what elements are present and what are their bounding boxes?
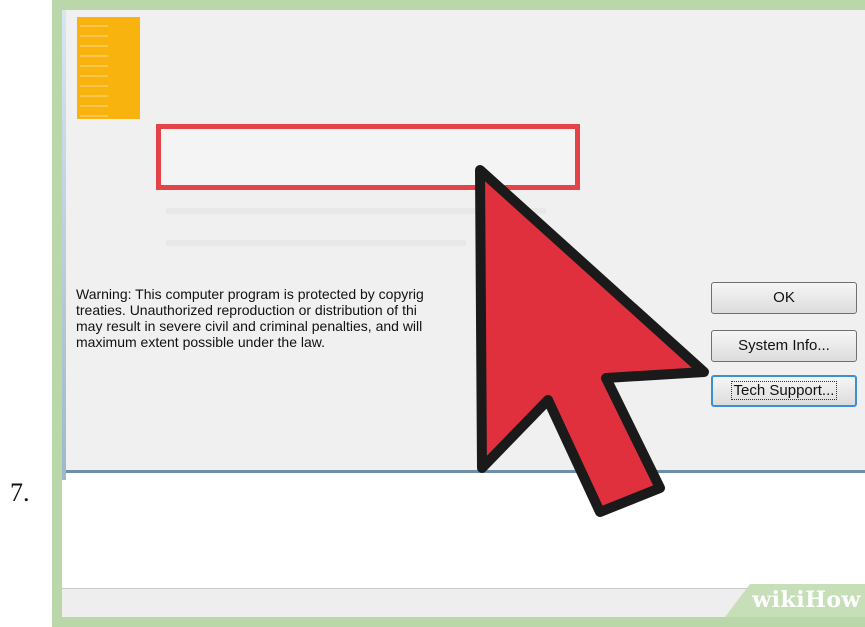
tech-support-button[interactable]: Tech Support... — [711, 375, 857, 407]
app-logo-icon — [77, 17, 140, 119]
about-dialog: Warning: This computer program is protec… — [66, 10, 865, 473]
ok-button[interactable]: OK — [711, 282, 857, 314]
highlight-box — [156, 124, 580, 190]
wikihow-watermark: wikiHow — [752, 587, 861, 613]
step-number: 7. — [10, 478, 30, 507]
illustration-frame: Warning: This computer program is protec… — [52, 0, 865, 627]
screenshot-area: Warning: This computer program is protec… — [62, 10, 865, 617]
tech-support-label: Tech Support... — [730, 381, 838, 400]
watermark-suffix: How — [805, 587, 861, 613]
copyright-warning-text: Warning: This computer program is protec… — [76, 286, 588, 350]
system-info-button[interactable]: System Info... — [711, 330, 857, 362]
faded-text-line — [166, 240, 466, 246]
faded-text-line — [166, 208, 546, 214]
watermark-prefix: wiki — [752, 587, 806, 613]
